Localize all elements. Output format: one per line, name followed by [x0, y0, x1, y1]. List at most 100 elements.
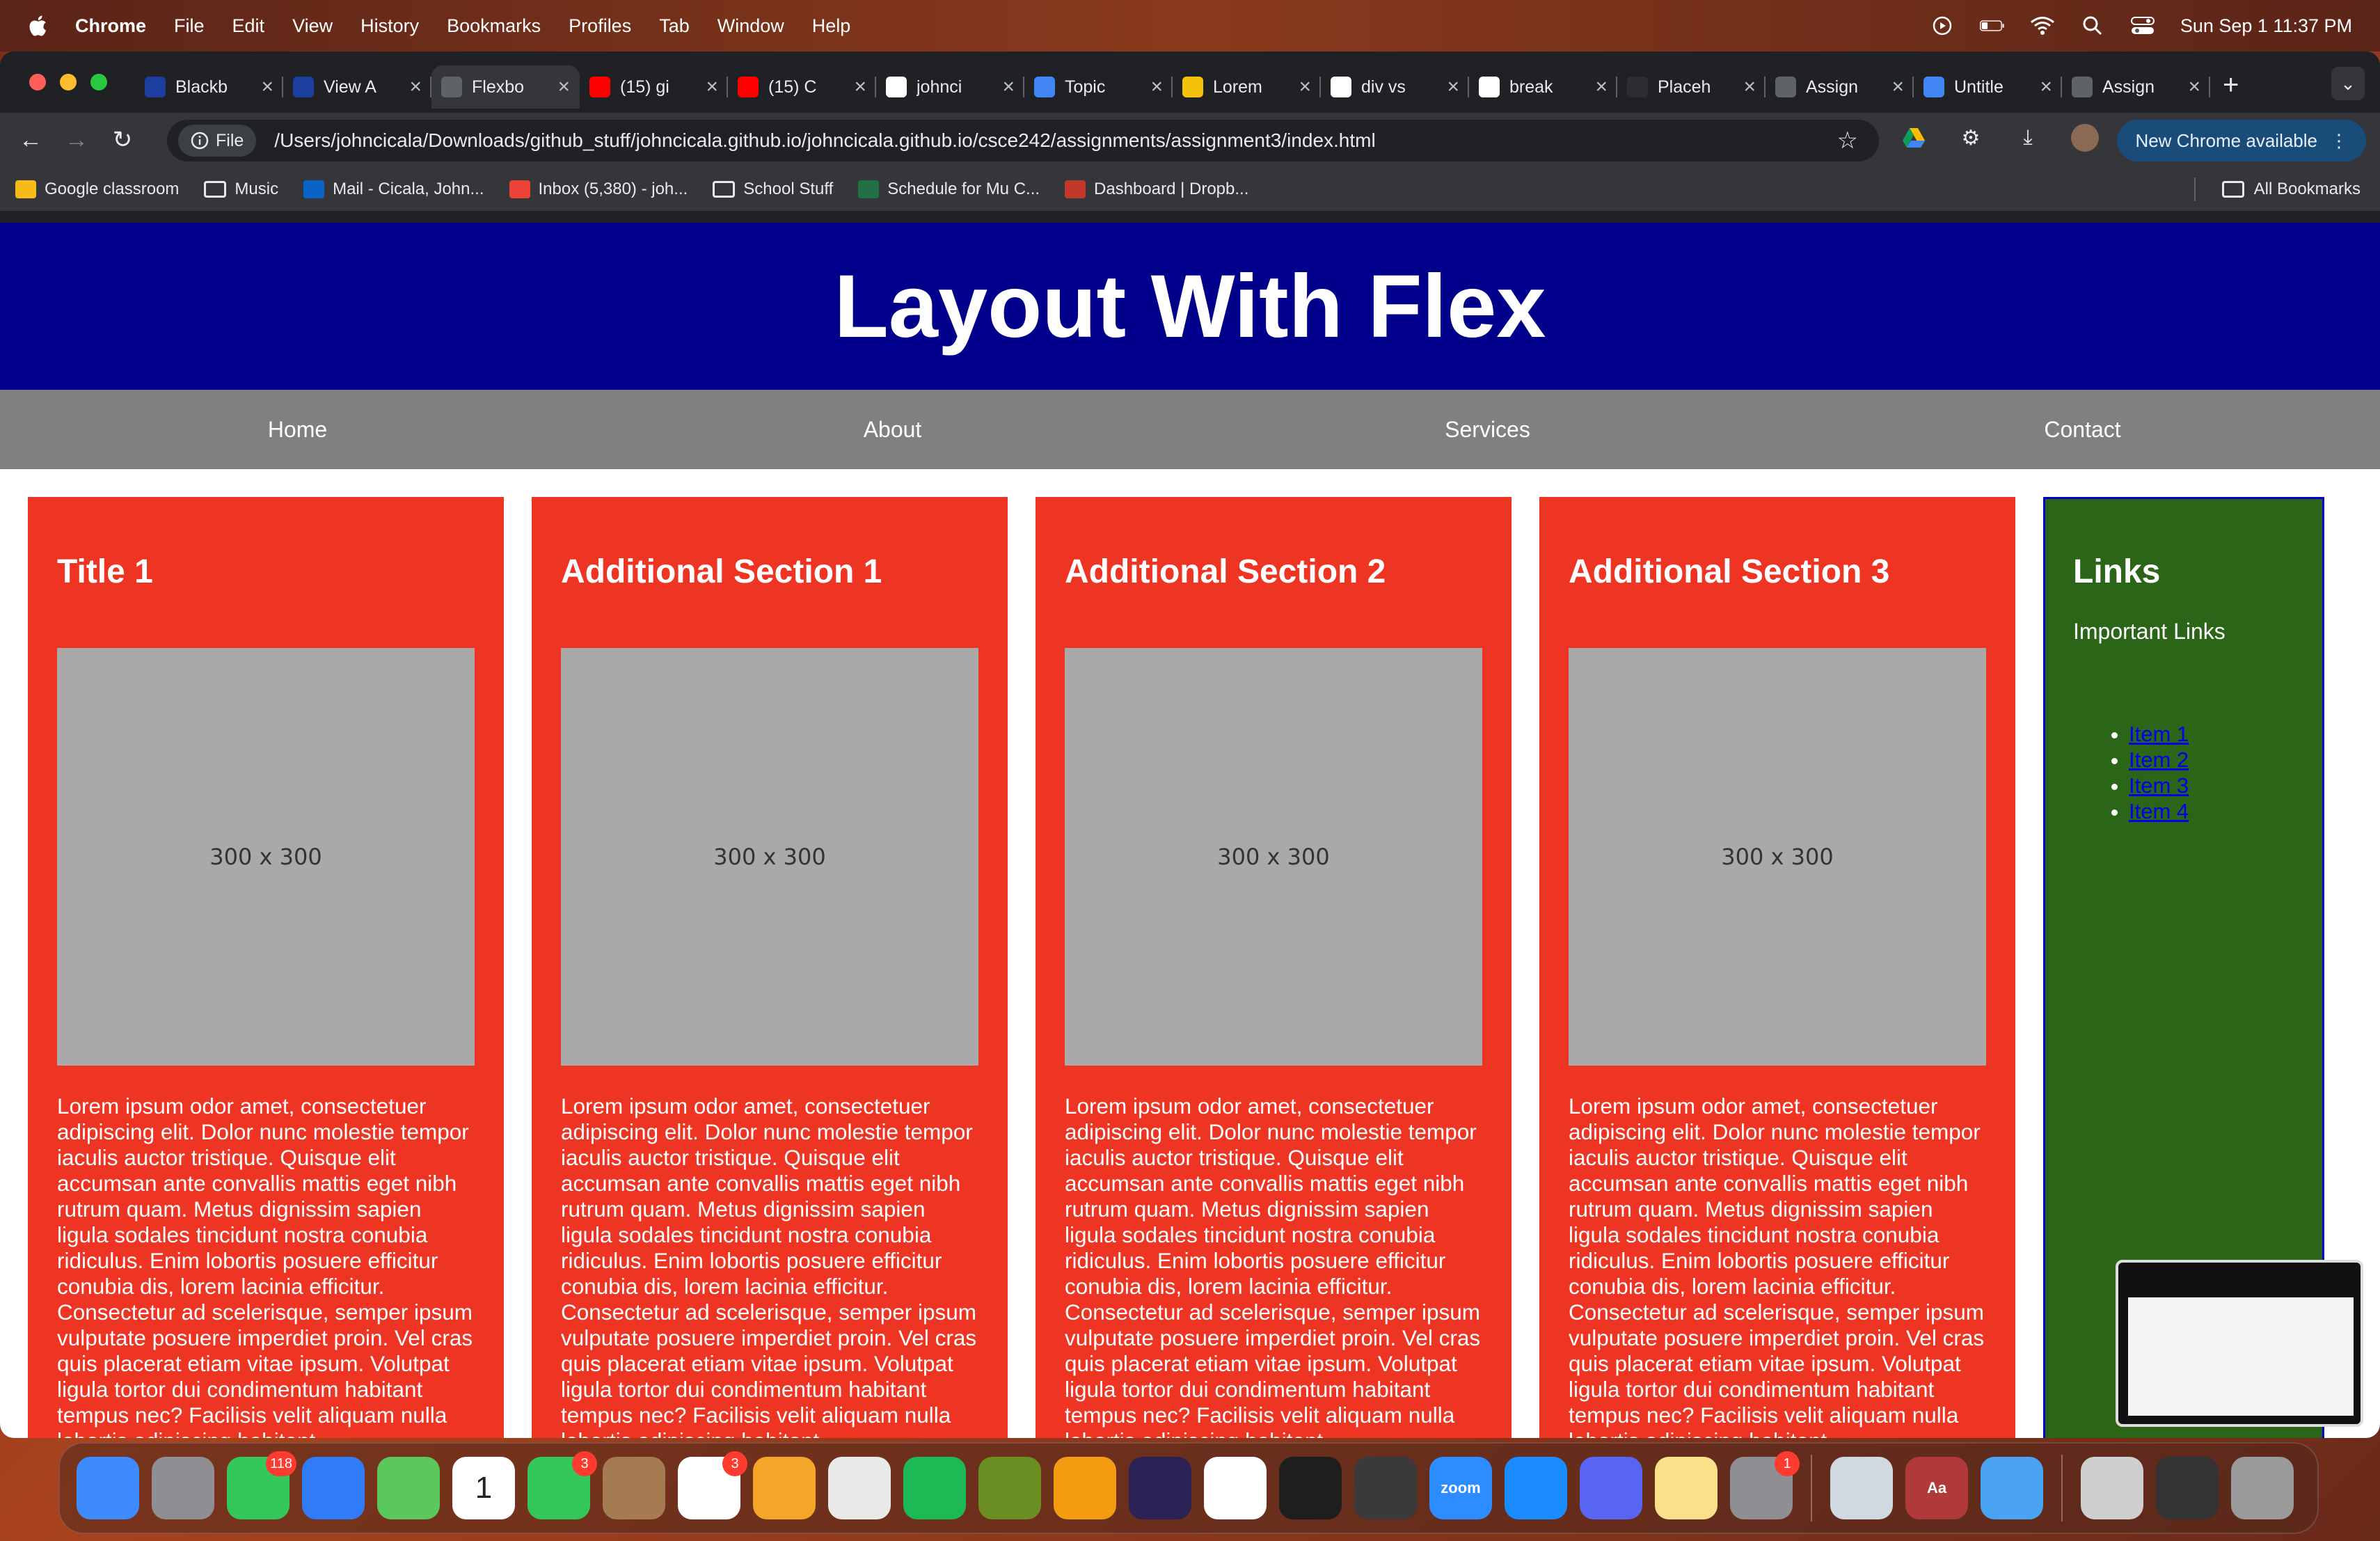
- chess-icon[interactable]: [1354, 1457, 1417, 1519]
- spotlight-search-icon[interactable]: [2080, 16, 2105, 35]
- app-menu[interactable]: Chrome: [75, 15, 146, 37]
- browser-tab[interactable]: Untitle ×: [1914, 65, 2062, 109]
- play-icon[interactable]: [1930, 16, 1955, 35]
- nav-link-home[interactable]: Home: [0, 417, 595, 443]
- photos-icon[interactable]: [753, 1457, 816, 1519]
- finder-icon[interactable]: [77, 1457, 139, 1519]
- facetime-icon[interactable]: 3: [527, 1451, 597, 1519]
- new-chrome-available-button[interactable]: New Chrome available ⋮: [2117, 120, 2366, 161]
- nav-link-services[interactable]: Services: [1190, 417, 1785, 443]
- settings-icon[interactable]: 1: [1730, 1451, 1800, 1519]
- screenshot-thumbnail[interactable]: [2116, 1260, 2363, 1427]
- recent-window-icon[interactable]: [2156, 1457, 2219, 1519]
- bookmark-item[interactable]: Google classroom: [15, 180, 179, 199]
- control-center-icon[interactable]: [2130, 16, 2155, 35]
- browser-tab[interactable]: Lorem ×: [1173, 65, 1321, 109]
- new-tab-button[interactable]: +: [2223, 70, 2239, 101]
- profile-avatar[interactable]: [2071, 124, 2099, 152]
- browser-tab[interactable]: (15) C ×: [728, 65, 876, 109]
- calendar-icon[interactable]: 1: [452, 1457, 515, 1519]
- discord-icon[interactable]: [1580, 1457, 1642, 1519]
- menubar-clock[interactable]: Sun Sep 1 11:37 PM: [2180, 15, 2352, 37]
- browser-tab[interactable]: Assign ×: [2062, 65, 2210, 109]
- menu-view[interactable]: View: [292, 15, 333, 37]
- vscode-icon[interactable]: [1204, 1457, 1267, 1519]
- forward-arrow-icon[interactable]: →: [61, 125, 92, 155]
- bookmark-item[interactable]: School Stuff: [713, 180, 833, 199]
- browser-tab[interactable]: break ×: [1469, 65, 1617, 109]
- close-tab-icon[interactable]: ×: [706, 75, 718, 99]
- reminders-icon[interactable]: 3: [678, 1451, 747, 1519]
- close-tab-icon[interactable]: ×: [557, 75, 570, 99]
- menu-help[interactable]: Help: [812, 15, 851, 37]
- pages-icon[interactable]: [1054, 1457, 1116, 1519]
- preview-icon[interactable]: [1830, 1457, 1893, 1519]
- all-bookmarks-button[interactable]: All Bookmarks: [2193, 177, 2361, 201]
- chrome-icon[interactable]: [828, 1457, 891, 1519]
- close-tab-icon[interactable]: ×: [409, 75, 422, 99]
- extensions-puzzle-icon[interactable]: ⚙: [1957, 124, 1985, 152]
- maps-icon[interactable]: [377, 1457, 440, 1519]
- bookmark-item[interactable]: Inbox (5,380) - joh...: [509, 180, 688, 199]
- contacts-icon[interactable]: [603, 1457, 665, 1519]
- messages-icon[interactable]: 118: [227, 1451, 296, 1519]
- close-tab-icon[interactable]: ×: [1002, 75, 1015, 99]
- sidebar-link-item-4[interactable]: Item 4: [2129, 799, 2189, 823]
- dictionary-icon[interactable]: Aa: [1905, 1457, 1968, 1519]
- browser-tab[interactable]: johnci ×: [876, 65, 1024, 109]
- menu-tab[interactable]: Tab: [659, 15, 690, 37]
- google-drive-icon[interactable]: [1900, 124, 1928, 152]
- close-tab-icon[interactable]: ×: [1150, 75, 1163, 99]
- zoom-window-button[interactable]: [90, 74, 107, 90]
- menu-window[interactable]: Window: [717, 15, 784, 37]
- sidebar-link-item-1[interactable]: Item 1: [2129, 722, 2189, 746]
- eclipse-icon[interactable]: [1129, 1457, 1191, 1519]
- tab-search-button[interactable]: ⌄: [2331, 67, 2365, 100]
- weather-icon[interactable]: [1981, 1457, 2043, 1519]
- game-icon[interactable]: [978, 1457, 1041, 1519]
- menu-bookmarks[interactable]: Bookmarks: [447, 15, 541, 37]
- menu-file[interactable]: File: [174, 15, 205, 37]
- browser-tab[interactable]: (15) gi ×: [580, 65, 728, 109]
- browser-tab[interactable]: Placeh ×: [1617, 65, 1766, 109]
- wifi-icon[interactable]: [2030, 16, 2055, 35]
- downloads-stack-icon[interactable]: [2081, 1457, 2143, 1519]
- close-window-button[interactable]: [29, 74, 46, 90]
- browser-tab[interactable]: Blackb ×: [135, 65, 283, 109]
- browser-tab[interactable]: View A ×: [283, 65, 431, 109]
- launchpad-icon[interactable]: [152, 1457, 214, 1519]
- mail-icon[interactable]: [302, 1457, 365, 1519]
- nav-link-contact[interactable]: Contact: [1785, 417, 2380, 443]
- close-tab-icon[interactable]: ×: [2188, 75, 2200, 99]
- notes-icon[interactable]: [1655, 1457, 1717, 1519]
- close-tab-icon[interactable]: ×: [854, 75, 866, 99]
- url-text[interactable]: /Users/johncicala/Downloads/github_stuff…: [274, 129, 1375, 152]
- browser-tab[interactable]: Assign ×: [1766, 65, 1914, 109]
- browser-tab[interactable]: div vs ×: [1321, 65, 1469, 109]
- bookmark-star-icon[interactable]: ☆: [1837, 127, 1858, 155]
- close-tab-icon[interactable]: ×: [1891, 75, 1904, 99]
- zoom-icon[interactable]: zoom: [1429, 1457, 1492, 1519]
- spotify-icon[interactable]: [903, 1457, 966, 1519]
- bookmark-item[interactable]: Dashboard | Dropb...: [1065, 180, 1248, 199]
- sidebar-link-item-3[interactable]: Item 3: [2129, 773, 2189, 798]
- close-tab-icon[interactable]: ×: [1299, 75, 1311, 99]
- browser-tab[interactable]: Topic ×: [1024, 65, 1173, 109]
- bookmark-item[interactable]: Schedule for Mu C...: [858, 180, 1040, 199]
- minimize-window-button[interactable]: [60, 74, 77, 90]
- back-arrow-icon[interactable]: ←: [15, 125, 46, 155]
- downloads-icon[interactable]: ⤓: [2014, 124, 2042, 152]
- address-bar[interactable]: File /Users/johncicala/Downloads/github_…: [167, 120, 1879, 161]
- bookmark-item[interactable]: Mail - Cicala, John...: [303, 180, 484, 199]
- terminal-icon[interactable]: [1279, 1457, 1342, 1519]
- site-info-chip[interactable]: File: [178, 125, 257, 157]
- browser-tab[interactable]: Flexbo ×: [431, 65, 580, 109]
- nav-link-about[interactable]: About: [595, 417, 1190, 443]
- trash-icon[interactable]: [2231, 1457, 2294, 1519]
- reload-icon[interactable]: ↻: [107, 125, 138, 155]
- bookmark-item[interactable]: Music: [204, 180, 278, 199]
- apple-icon[interactable]: [26, 13, 51, 38]
- menu-edit[interactable]: Edit: [232, 15, 265, 37]
- close-tab-icon[interactable]: ×: [1743, 75, 1756, 99]
- menu-profiles[interactable]: Profiles: [569, 15, 631, 37]
